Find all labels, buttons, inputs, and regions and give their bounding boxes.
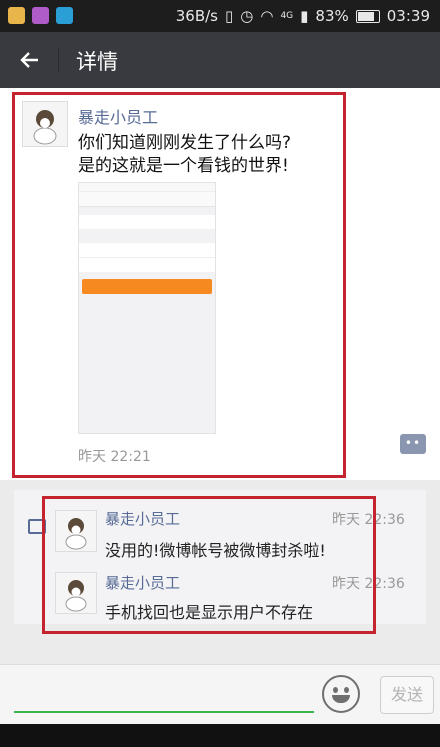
comment-input-bar [0,664,440,725]
arrow-left-icon [20,52,38,68]
highlight-box [12,92,346,478]
app-notification-icon [32,7,49,24]
back-button[interactable] [14,44,46,76]
network-speed: 36B/s [175,7,218,25]
send-button[interactable]: 发送 [380,676,434,714]
system-nav-bar [0,724,440,747]
status-app-icons [8,7,73,24]
vibrate-icon: ▯ [225,7,234,25]
signal-icon: ▮ [300,7,309,25]
wifi-icon: ◠ [260,7,274,25]
status-bar: 36B/s ▯ ◷ ◠ 4G ▮ 83% 03:39 [0,0,440,32]
network-type: 4G [280,11,294,21]
battery-icon [355,9,380,23]
clock: 03:39 [386,7,430,25]
comment-input[interactable] [14,711,314,713]
emoji-icon[interactable] [322,675,360,713]
comment-action-button[interactable]: •• [400,434,426,454]
title-bar: 详情 [0,32,440,88]
highlight-box [42,496,376,634]
app-notification-icon [8,7,25,24]
status-right: 36B/s ▯ ◷ ◠ 4G ▮ 83% 03:39 [176,7,430,25]
alarm-icon: ◷ [240,7,254,25]
divider [58,48,59,72]
page-title: 详情 [76,50,118,74]
app-notification-icon [56,7,73,24]
battery-level: 83% [315,7,349,25]
